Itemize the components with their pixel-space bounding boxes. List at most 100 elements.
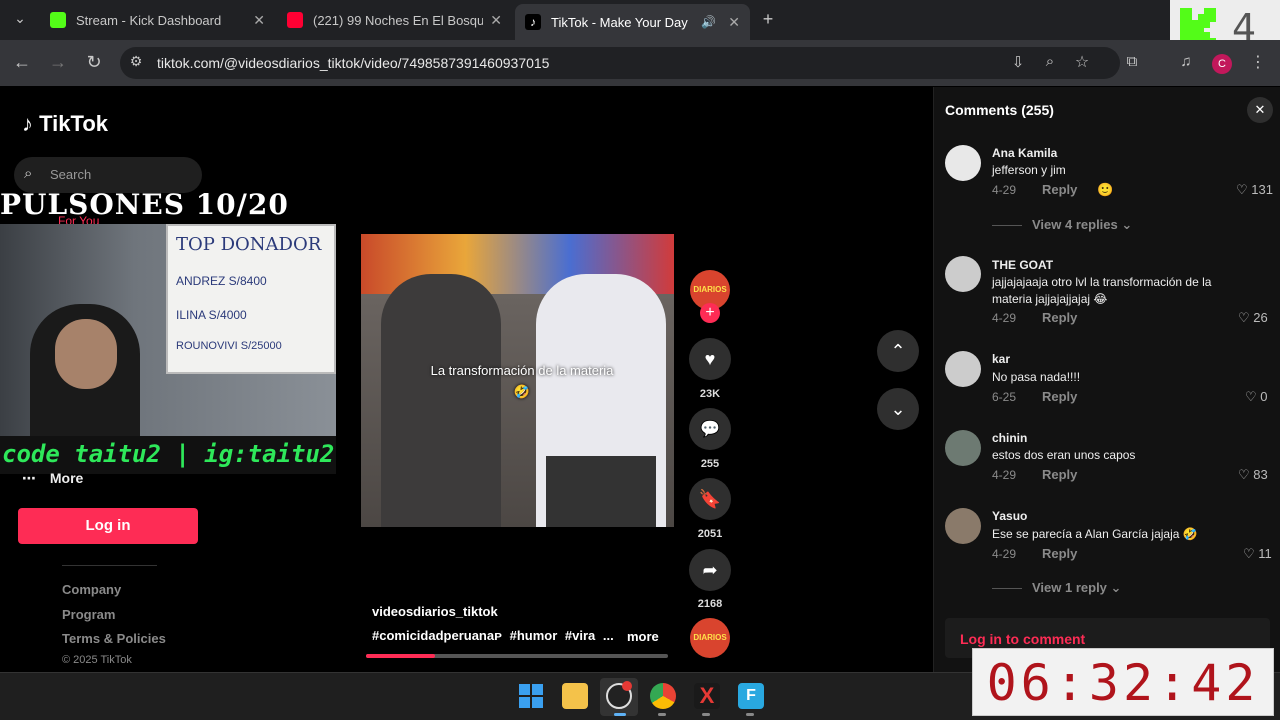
avatar[interactable] [945, 351, 981, 387]
close-icon[interactable]: ✕ [253, 12, 265, 29]
share-button[interactable]: ➦ [689, 549, 731, 591]
menu-icon[interactable]: ⋮ [1246, 52, 1270, 72]
comment-like[interactable]: ♡ 11 [1243, 546, 1272, 562]
divider [992, 225, 1022, 226]
heart-outline-icon: ♡ [1245, 389, 1257, 404]
view-replies-button[interactable]: View 4 replies ⌄ [1032, 217, 1132, 233]
bookmark-icon: 🔖 [698, 488, 722, 509]
login-button[interactable]: Log in [18, 508, 198, 544]
close-icon: ✕ [1254, 102, 1266, 117]
hashtag[interactable]: #humor [510, 628, 558, 643]
comment-author[interactable]: chinin [992, 431, 1027, 445]
forward-button[interactable]: → [46, 52, 70, 73]
board-title: TOP DONADOR [176, 234, 322, 255]
comment-date: 4-29 [992, 547, 1017, 561]
back-button[interactable]: ← [10, 52, 34, 73]
divider [62, 565, 157, 566]
search-icon: ⌕ [24, 165, 33, 182]
tab-youtube[interactable]: (221) 99 Noches En El Bosque ( ✕ [277, 5, 512, 35]
heart-outline-icon: ♡ [1238, 467, 1250, 482]
comment-icon: 💬 [700, 421, 720, 438]
extensions-icon[interactable]: ⧉ [1120, 53, 1144, 70]
avatar[interactable] [945, 256, 981, 292]
program-link[interactable]: Program [62, 607, 115, 622]
previous-video-button[interactable]: ⌃ [877, 330, 919, 372]
zoom-icon[interactable]: ⌕ [1038, 53, 1062, 70]
like-count: 131 [1251, 182, 1273, 197]
comment-author[interactable]: kar [992, 352, 1010, 366]
video-player[interactable]: La transformación de la materia 🤣 [361, 234, 674, 527]
ellipsis-icon: ⋯ [22, 470, 36, 486]
comment-like[interactable]: ♡ 26 [1238, 310, 1268, 326]
hashtag[interactable]: #comicidadperuanaᴘᴇ [372, 628, 502, 643]
comment-like[interactable]: ♡ 83 [1238, 467, 1268, 483]
tab-kick-dashboard[interactable]: Stream - Kick Dashboard ✕ [40, 5, 275, 35]
speaker-icon[interactable]: 🔊 [701, 15, 716, 29]
tab-title: TikTok - Make Your Day [551, 14, 688, 30]
tab-title: (221) 99 Noches En El Bosque ( [313, 12, 483, 28]
comment-author[interactable]: Yasuo [992, 509, 1027, 523]
video-progress-track[interactable] [366, 654, 668, 658]
comment-date: 4-29 [992, 468, 1017, 482]
tiktok-logo[interactable]: ♪ TikTok [22, 111, 108, 137]
view-replies-label: View 4 replies [1032, 217, 1118, 232]
streamer-face [55, 319, 117, 389]
fiverr-icon[interactable]: F [738, 683, 764, 709]
profile-avatar[interactable]: C [1212, 54, 1232, 74]
avatar[interactable] [945, 508, 981, 544]
view-replies-button[interactable]: View 1 reply ⌄ [1032, 580, 1121, 596]
site-info-icon[interactable]: ⚙ [124, 53, 148, 70]
reply-button[interactable]: Reply [1042, 546, 1077, 561]
more-menu[interactable]: ⋯ More [22, 470, 83, 487]
bookmark-star-icon[interactable]: ☆ [1070, 52, 1094, 72]
video-author[interactable]: videosdiarios_tiktok [372, 604, 498, 619]
avatar[interactable] [945, 430, 981, 466]
logo-text: TikTok [39, 111, 108, 136]
file-explorer-icon[interactable] [562, 683, 588, 709]
close-icon[interactable]: ✕ [490, 12, 502, 29]
tab-tiktok[interactable]: ♪ TikTok - Make Your Day 🔊 ✕ [515, 4, 750, 40]
comment-like[interactable]: ♡ 0 [1245, 389, 1268, 405]
reply-button[interactable]: Reply [1042, 389, 1077, 404]
chevron-up-icon: ⌃ [890, 340, 906, 361]
close-comments-button[interactable]: ✕ [1247, 97, 1273, 123]
comment-like[interactable]: ♡ 131 [1236, 182, 1273, 198]
running-indicator [746, 713, 754, 716]
comment-button[interactable]: 💬 [689, 408, 731, 450]
save-button[interactable]: 🔖 [689, 478, 731, 520]
webcam-overlay: TOP DONADOR ANDREZ S/8400 ILINA S/4000 R… [0, 224, 336, 474]
new-tab-button[interactable]: + [756, 9, 780, 30]
hashtag[interactable]: #vira [565, 628, 595, 643]
board-row: ANDREZ S/8400 [176, 274, 267, 288]
next-video-button[interactable]: ⌄ [877, 388, 919, 430]
reply-button[interactable]: Reply [1042, 310, 1077, 325]
reply-button[interactable]: Reply [1042, 182, 1077, 197]
chevron-down-icon: ⌄ [1121, 217, 1133, 232]
avatar[interactable] [945, 145, 981, 181]
heart-outline-icon: ♡ [1243, 546, 1255, 561]
chrome-icon[interactable] [650, 683, 676, 709]
tab-search-icon[interactable]: ⌄ [8, 10, 32, 27]
reload-button[interactable]: ↻ [82, 52, 106, 73]
windows-start-icon[interactable] [518, 683, 544, 709]
comment-author[interactable]: Ana Kamila [992, 146, 1057, 160]
company-link[interactable]: Company [62, 582, 121, 597]
like-button[interactable]: ♥ [689, 338, 731, 380]
caption-more-link[interactable]: more [627, 629, 659, 644]
search-input[interactable]: Search [50, 167, 91, 182]
tiktok-icon: ♪ [525, 14, 541, 30]
media-control-icon[interactable]: ♫ [1174, 53, 1198, 70]
comment-count: 255 [700, 458, 720, 470]
creator-liked-icon: 🙂 [1097, 182, 1114, 197]
comment-author[interactable]: THE GOAT [992, 258, 1053, 272]
install-app-icon[interactable]: ⇩ [1006, 53, 1030, 71]
follow-button[interactable]: + [700, 303, 720, 323]
close-icon[interactable]: ✕ [728, 14, 740, 31]
running-indicator [614, 713, 626, 716]
terms-link[interactable]: Terms & Policies [62, 631, 166, 646]
login-to-comment-link[interactable]: Log in to comment [960, 631, 1085, 647]
streamlabs-icon[interactable]: X [694, 683, 720, 709]
reply-button[interactable]: Reply [1042, 467, 1077, 482]
sound-avatar[interactable]: DIARIOS [690, 618, 730, 658]
url-text[interactable]: tiktok.com/@videosdiarios_tiktok/video/7… [157, 55, 549, 71]
